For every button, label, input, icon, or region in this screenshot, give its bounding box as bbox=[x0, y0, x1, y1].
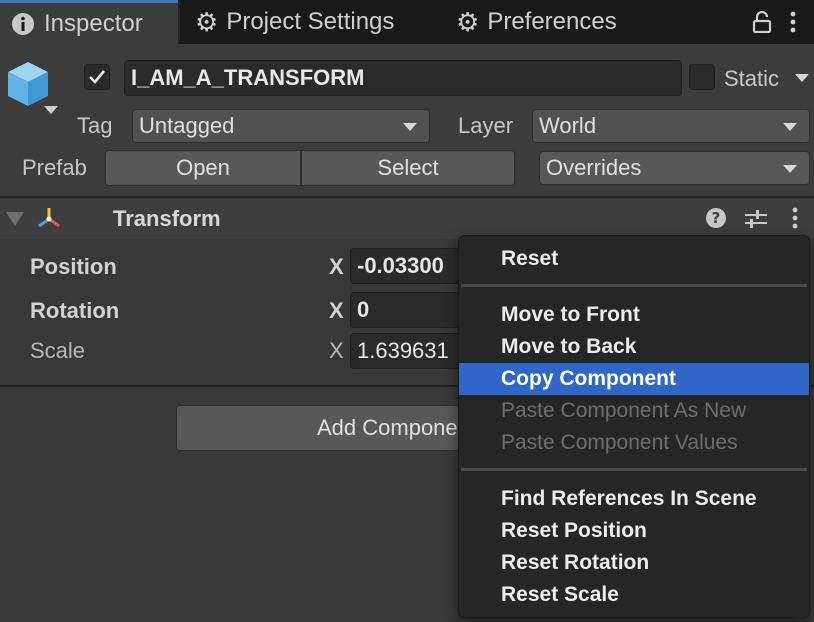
menu-item-reset-scale[interactable]: Reset Scale bbox=[459, 579, 809, 611]
overrides-label: Overrides bbox=[546, 155, 642, 180]
component-title: Transform bbox=[113, 206, 221, 231]
tab-bar: Inspector ⚙ Project Settings ⚙ Preferenc… bbox=[0, 0, 814, 44]
tag-dropdown[interactable]: Untagged bbox=[132, 109, 430, 143]
tab-preferences[interactable]: ⚙ Preferences bbox=[446, 0, 666, 44]
menu-item-move-to-front[interactable]: Move to Front bbox=[459, 299, 809, 331]
position-label: Position bbox=[30, 254, 117, 279]
divider bbox=[0, 196, 814, 198]
tag-label: Tag bbox=[77, 113, 113, 138]
scale-x-label[interactable]: X bbox=[329, 338, 344, 364]
rotation-label: Rotation bbox=[30, 298, 120, 323]
menu-item-find-references[interactable]: Find References In Scene bbox=[459, 483, 809, 515]
prefab-select-button[interactable]: Select bbox=[301, 150, 515, 186]
tab-label: Preferences bbox=[487, 8, 617, 35]
info-icon bbox=[12, 12, 34, 35]
chevron-down-icon bbox=[783, 123, 797, 131]
prefab-label: Prefab bbox=[22, 155, 87, 180]
static-label[interactable]: Static bbox=[724, 66, 779, 92]
menu-separator bbox=[461, 468, 807, 471]
tab-inspector[interactable]: Inspector bbox=[0, 0, 178, 44]
prefab-open-button[interactable]: Open bbox=[105, 150, 301, 186]
menu-item-copy-component[interactable]: Copy Component bbox=[459, 363, 809, 395]
menu-separator bbox=[461, 284, 807, 287]
object-name-field[interactable]: I_AM_A_TRANSFORM bbox=[124, 60, 682, 96]
layer-dropdown[interactable]: World bbox=[532, 109, 810, 143]
more-vertical-icon[interactable] bbox=[789, 10, 797, 34]
prefab-overrides-dropdown[interactable]: Overrides bbox=[539, 151, 810, 185]
checkmark-icon bbox=[89, 70, 106, 84]
static-dropdown-caret[interactable] bbox=[795, 74, 809, 82]
transform-icon bbox=[38, 208, 60, 228]
tab-label: Project Settings bbox=[226, 8, 395, 35]
menu-item-reset[interactable]: Reset bbox=[459, 243, 809, 275]
gear-icon: ⚙ bbox=[195, 6, 219, 37]
menu-item-move-to-back[interactable]: Move to Back bbox=[459, 331, 809, 363]
layer-value: World bbox=[539, 113, 597, 138]
presets-icon[interactable] bbox=[744, 208, 768, 230]
lock-icon[interactable] bbox=[752, 11, 772, 33]
gameobject-cube-icon[interactable] bbox=[6, 60, 58, 116]
context-menu: Reset Move to Front Move to Back Copy Co… bbox=[458, 235, 810, 618]
gear-icon: ⚙ bbox=[456, 6, 480, 37]
menu-item-reset-position[interactable]: Reset Position bbox=[459, 515, 809, 547]
svg-text:?: ? bbox=[712, 209, 721, 227]
tab-label: Inspector bbox=[44, 9, 143, 37]
tag-value: Untagged bbox=[139, 113, 235, 138]
position-x-label[interactable]: X bbox=[329, 254, 344, 280]
menu-item-paste-component-as-new[interactable]: Paste Component As New bbox=[459, 395, 809, 427]
menu-item-reset-rotation[interactable]: Reset Rotation bbox=[459, 547, 809, 579]
layer-label: Layer bbox=[458, 113, 514, 138]
menu-item-paste-component-values[interactable]: Paste Component Values bbox=[459, 427, 809, 459]
help-icon[interactable]: ? bbox=[705, 207, 727, 229]
more-vertical-icon[interactable] bbox=[791, 206, 799, 230]
chevron-down-icon bbox=[403, 123, 417, 131]
rotation-x-label[interactable]: X bbox=[329, 298, 344, 324]
scale-label: Scale bbox=[30, 338, 86, 363]
tab-project-settings[interactable]: ⚙ Project Settings bbox=[185, 0, 435, 44]
foldout-arrow-icon[interactable] bbox=[6, 212, 24, 226]
chevron-down-icon bbox=[783, 165, 797, 173]
static-checkbox[interactable] bbox=[689, 64, 715, 90]
active-checkbox[interactable] bbox=[84, 64, 110, 90]
